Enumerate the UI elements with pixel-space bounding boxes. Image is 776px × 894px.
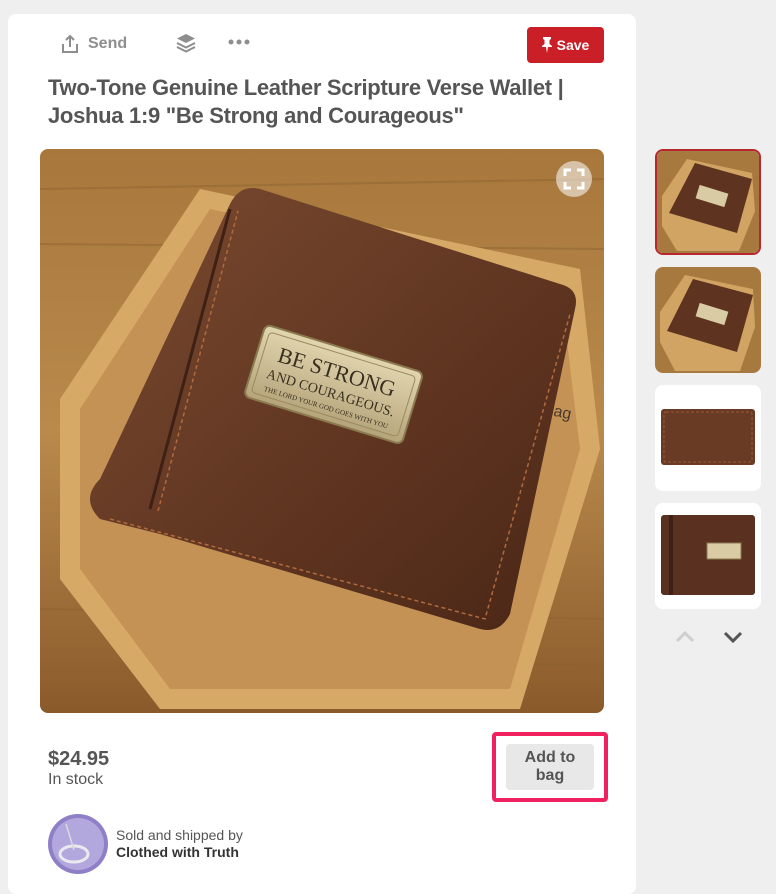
pin-card: Send Save Two-Tone Genuine Leather Scrip…	[8, 14, 636, 894]
stock-status: In stock	[48, 771, 104, 788]
add-to-bag-button[interactable]: Add to bag	[506, 744, 594, 790]
thumbnail-1[interactable]	[655, 149, 761, 255]
send-button[interactable]: Send	[60, 34, 127, 54]
save-button[interactable]: Save	[527, 27, 604, 63]
thumbnail-scroll-down-button[interactable]	[722, 630, 744, 649]
layers-icon	[176, 34, 196, 53]
thumbnail-3[interactable]	[655, 385, 761, 491]
product-title: Two-Tone Genuine Leather Scripture Verse…	[48, 75, 564, 128]
send-label: Send	[88, 35, 128, 52]
seller-avatar[interactable]	[48, 814, 108, 874]
thumbnail-2[interactable]	[655, 267, 761, 373]
add-to-board-button[interactable]	[175, 32, 197, 54]
more-options-button[interactable]	[228, 36, 250, 48]
expand-icon	[563, 168, 585, 190]
product-price: $24.95	[48, 748, 110, 770]
seller-name[interactable]: Clothed with Truth	[116, 844, 239, 860]
toolbar: Send Save	[8, 14, 636, 74]
add-to-bag-highlight: Add to bag	[492, 732, 608, 802]
chevron-up-icon	[675, 630, 695, 643]
share-icon	[62, 34, 78, 53]
thumbnail-4[interactable]	[655, 503, 761, 609]
seller-prefix: Sold and shipped by	[116, 827, 243, 843]
chevron-down-icon	[723, 631, 743, 644]
save-label: Save	[556, 37, 590, 53]
pin-icon	[541, 37, 552, 53]
more-icon	[228, 39, 250, 45]
thumbnail-scroll-up-button[interactable]	[674, 630, 696, 649]
product-image[interactable]: cag BE STRONG AND COURAGEOUS. THE LORD Y…	[40, 149, 604, 713]
expand-image-button[interactable]	[556, 161, 592, 197]
